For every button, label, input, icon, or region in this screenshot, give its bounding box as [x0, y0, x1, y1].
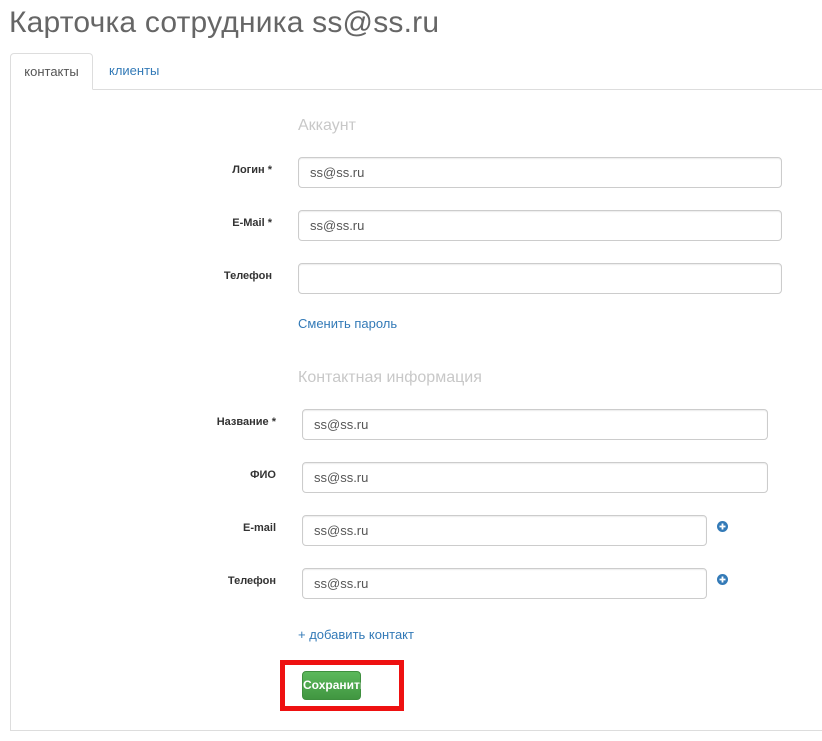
email-input[interactable]	[298, 210, 782, 241]
contact-name-input[interactable]	[302, 409, 768, 440]
fio-label: ФИО	[250, 469, 276, 481]
tab-contacts[interactable]: контакты	[10, 53, 93, 90]
login-input[interactable]	[298, 157, 782, 188]
tab-bar: контакты клиенты	[10, 53, 822, 90]
contact-email-input[interactable]	[302, 515, 707, 546]
contact-email-label: E-mail	[242, 522, 276, 534]
fio-input[interactable]	[302, 462, 768, 493]
email-label: E-Mail *	[232, 217, 272, 229]
tab-clients[interactable]: клиенты	[98, 53, 170, 90]
save-button[interactable]: Сохранить	[302, 671, 367, 700]
change-password-link[interactable]: Сменить пароль	[298, 316, 397, 331]
contact-legend: Контактная информация	[298, 369, 482, 386]
phone-label: Телефон	[223, 270, 272, 282]
page-title: Карточка сотрудника ss@ss.ru	[9, 6, 440, 39]
contact-phone-label: Телефон	[227, 575, 276, 587]
add-contact-link[interactable]: + добавить контакт	[298, 627, 414, 642]
phone-input[interactable]	[298, 263, 782, 294]
plus-circle-icon[interactable]	[717, 574, 728, 585]
login-label: Логин *	[232, 164, 272, 176]
contact-name-label: Название *	[216, 416, 276, 428]
account-legend: Аккаунт	[298, 117, 356, 134]
plus-circle-icon[interactable]	[717, 521, 728, 532]
contact-phone-input[interactable]	[302, 568, 707, 599]
